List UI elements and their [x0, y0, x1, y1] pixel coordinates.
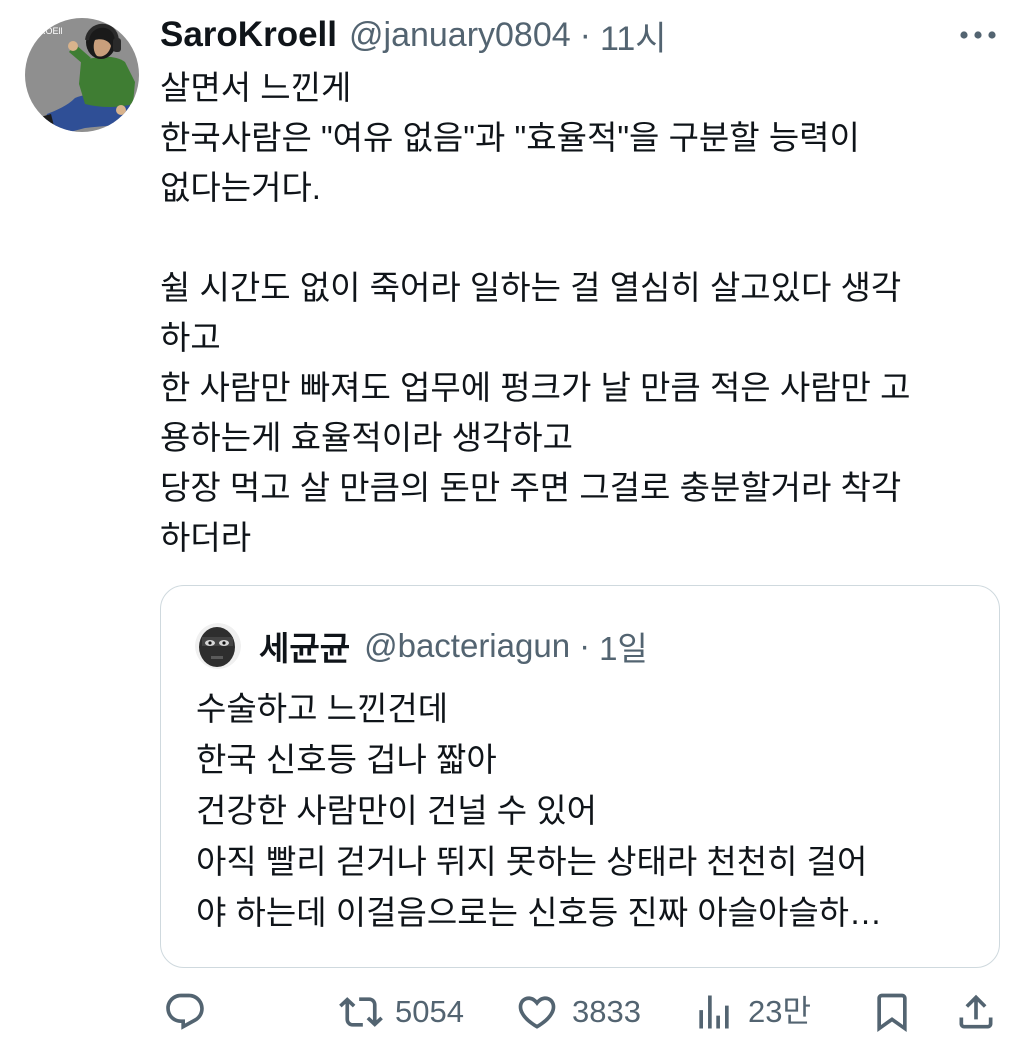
bookmark-icon [877, 993, 907, 1033]
tweet-text-line: 한 사람만 빠져도 업무에 펑크가 날 만큼 적은 사람만 고 [160, 369, 911, 406]
tweet-text-line: 하더라 [160, 519, 252, 556]
paragraph-break [160, 213, 910, 263]
tweet-text-line: 쉴 시간도 없이 죽어라 일하는 걸 열심히 살고있다 생각 [160, 269, 902, 306]
avatar-watermark-text: ROEll [39, 26, 63, 36]
quoted-text-line: 수술하고 느낀건데 [196, 690, 449, 727]
quoted-text-line: 아직 빨리 걷거나 뛰지 못하는 상태라 천천히 걸어 [196, 843, 868, 880]
quoted-author-handle[interactable]: @bacteriagun [364, 627, 570, 665]
views-icon [699, 995, 729, 1029]
retweet-button[interactable] [339, 990, 383, 1034]
header-separator: · [579, 15, 591, 54]
like-button[interactable] [515, 990, 559, 1034]
views-count[interactable]: 23만 [748, 992, 811, 1032]
quoted-header-separator: · [579, 627, 591, 664]
reply-icon [166, 993, 204, 1030]
quoted-author-avatar[interactable] [195, 623, 241, 669]
quoted-tweet-card[interactable]: 세균균 @bacteriagun · 1일 수술하고 느낀건데 한국 신호등 겁… [160, 585, 1000, 968]
tweet-text-line: 살면서 느낀게 [160, 69, 352, 106]
quoted-text-line: 한국 신호등 겁나 짧아 [196, 741, 497, 778]
quoted-user-avatar-image [195, 623, 241, 669]
quoted-author-name[interactable]: 세균균 [259, 622, 350, 670]
tweet-text: 살면서 느낀게 한국사람은 "여유 없음"과 "효율적"을 구분할 능력이 없다… [160, 63, 910, 563]
views-button[interactable] [692, 990, 736, 1034]
quoted-tweet-timestamp[interactable]: 1일 [599, 622, 648, 670]
bookmark-button[interactable] [870, 990, 914, 1034]
author-avatar[interactable]: ROEll [25, 18, 139, 132]
quoted-text-line: 야 하는데 이걸음으로는 신호등 진짜 아슬아슬하… [196, 894, 883, 931]
share-icon [959, 994, 993, 1029]
tweet-timestamp[interactable]: 11시 [600, 11, 667, 60]
retweet-count[interactable]: 5054 [395, 992, 464, 1032]
author-handle[interactable]: @january0804 [349, 16, 571, 55]
tweet-text-line: 하고 [160, 319, 221, 356]
tweet-text-line: 당장 먹고 살 만큼의 돈만 주면 그걸로 충분할거라 착각 [160, 469, 902, 506]
quoted-tweet-text: 수술하고 느낀건데 한국 신호등 겁나 짧아 건강한 사람만이 건널 수 있어 … [196, 683, 882, 938]
more-options-button[interactable] [956, 13, 1000, 57]
tweet-header: SaroKroell @january0804 · 11시 [160, 11, 667, 60]
quoted-tweet-header: 세균균 @bacteriagun · 1일 [259, 624, 648, 668]
tweet-text-line: 용하는게 효율적이라 생각하고 [160, 419, 574, 456]
tweet-text-line: 없다는거다. [160, 169, 321, 206]
user-avatar-image: ROEll [25, 18, 139, 132]
quoted-text-line: 건강한 사람만이 건널 수 있어 [196, 792, 597, 829]
share-button[interactable] [954, 990, 998, 1034]
like-count[interactable]: 3833 [572, 992, 641, 1032]
heart-icon [518, 996, 556, 1029]
retweet-icon [339, 997, 383, 1027]
tweet-text-line: 한국사람은 "여유 없음"과 "효율적"을 구분할 능력이 [160, 119, 860, 156]
author-name[interactable]: SaroKroell [160, 15, 337, 55]
more-options-icon [960, 31, 996, 39]
reply-button[interactable] [163, 990, 207, 1034]
